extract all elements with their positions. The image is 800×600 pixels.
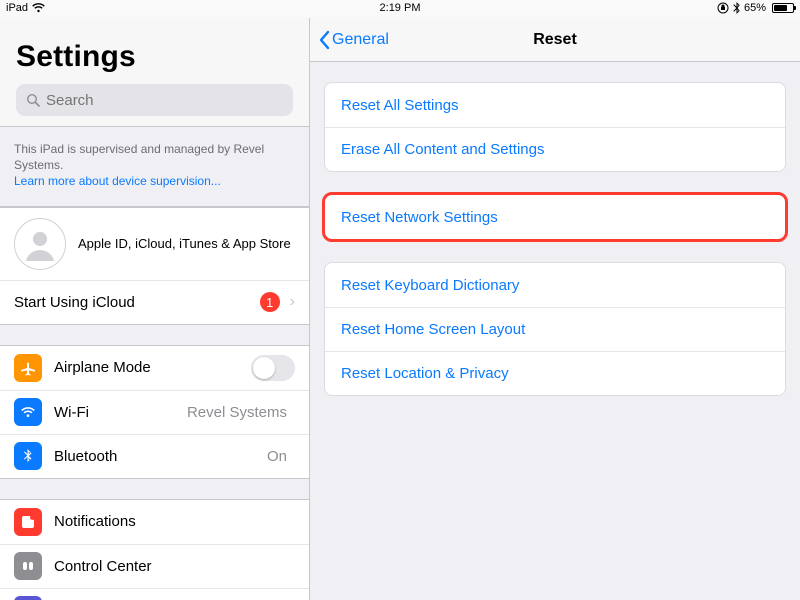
clock: 2:19 PM xyxy=(380,2,421,14)
icloud-label: Start Using iCloud xyxy=(14,294,260,311)
wifi-icon xyxy=(32,3,45,13)
back-label: General xyxy=(332,31,389,49)
chevron-right-icon: › xyxy=(290,293,295,311)
airplane-toggle[interactable] xyxy=(251,355,295,381)
orientation-lock-icon xyxy=(717,2,729,14)
bluetooth-app-icon xyxy=(14,442,42,470)
back-button[interactable]: General xyxy=(318,18,389,62)
search-field[interactable] xyxy=(16,84,293,116)
status-bar: iPad 2:19 PM 65% xyxy=(0,0,800,18)
reset-group-1: Reset All Settings Erase All Content and… xyxy=(324,82,786,172)
reset-all-settings[interactable]: Reset All Settings xyxy=(325,83,785,127)
avatar xyxy=(14,218,66,270)
notifications-label: Notifications xyxy=(54,513,295,530)
page-title: Settings xyxy=(16,40,293,74)
wifi-label: Wi-Fi xyxy=(54,404,187,421)
airplane-icon xyxy=(14,354,42,382)
detail-pane: General Reset Reset All Settings Erase A… xyxy=(310,18,800,600)
controlcenter-icon xyxy=(14,552,42,580)
erase-all-content[interactable]: Erase All Content and Settings xyxy=(325,127,785,171)
dnd-icon xyxy=(14,596,42,600)
controlcenter-label: Control Center xyxy=(54,558,295,575)
sidebar-item-bluetooth[interactable]: Bluetooth On xyxy=(0,434,309,478)
chevron-left-icon xyxy=(318,30,330,50)
battery-percent: 65% xyxy=(744,2,766,14)
supervision-notice: This iPad is supervised and managed by R… xyxy=(0,127,309,207)
reset-network-settings[interactable]: Reset Network Settings xyxy=(325,195,785,239)
reset-group-3: Reset Keyboard Dictionary Reset Home Scr… xyxy=(324,262,786,396)
sidebar-item-airplane[interactable]: Airplane Mode xyxy=(0,346,309,390)
start-using-icloud-row[interactable]: Start Using iCloud 1 › xyxy=(0,280,309,324)
supervision-link[interactable]: Learn more about device supervision... xyxy=(14,174,221,188)
supervision-text: This iPad is supervised and managed by R… xyxy=(14,142,264,172)
search-input[interactable] xyxy=(46,92,283,109)
device-label: iPad xyxy=(6,2,28,14)
apple-id-row[interactable]: Apple ID, iCloud, iTunes & App Store xyxy=(0,208,309,280)
icloud-badge: 1 xyxy=(260,292,280,312)
reset-location-privacy[interactable]: Reset Location & Privacy xyxy=(325,351,785,395)
detail-title: Reset xyxy=(533,31,577,49)
reset-keyboard-dictionary[interactable]: Reset Keyboard Dictionary xyxy=(325,263,785,307)
reset-group-2: Reset Network Settings xyxy=(324,194,786,240)
apple-id-caption: Apple ID, iCloud, iTunes & App Store xyxy=(78,236,295,251)
settings-sidebar: Settings This iPad is supervised and man… xyxy=(0,18,310,600)
battery-icon xyxy=(770,3,794,13)
sidebar-item-controlcenter[interactable]: Control Center xyxy=(0,544,309,588)
sidebar-item-wifi[interactable]: Wi-Fi Revel Systems xyxy=(0,390,309,434)
notifications-icon xyxy=(14,508,42,536)
wifi-app-icon xyxy=(14,398,42,426)
bluetooth-status-icon xyxy=(733,2,740,14)
airplane-label: Airplane Mode xyxy=(54,359,251,376)
bluetooth-label: Bluetooth xyxy=(54,448,267,465)
sidebar-item-dnd[interactable]: Do Not Disturb xyxy=(0,588,309,600)
bluetooth-value: On xyxy=(267,448,287,465)
reset-home-screen[interactable]: Reset Home Screen Layout xyxy=(325,307,785,351)
search-icon xyxy=(26,93,40,107)
sidebar-item-notifications[interactable]: Notifications xyxy=(0,500,309,544)
wifi-value: Revel Systems xyxy=(187,404,287,421)
